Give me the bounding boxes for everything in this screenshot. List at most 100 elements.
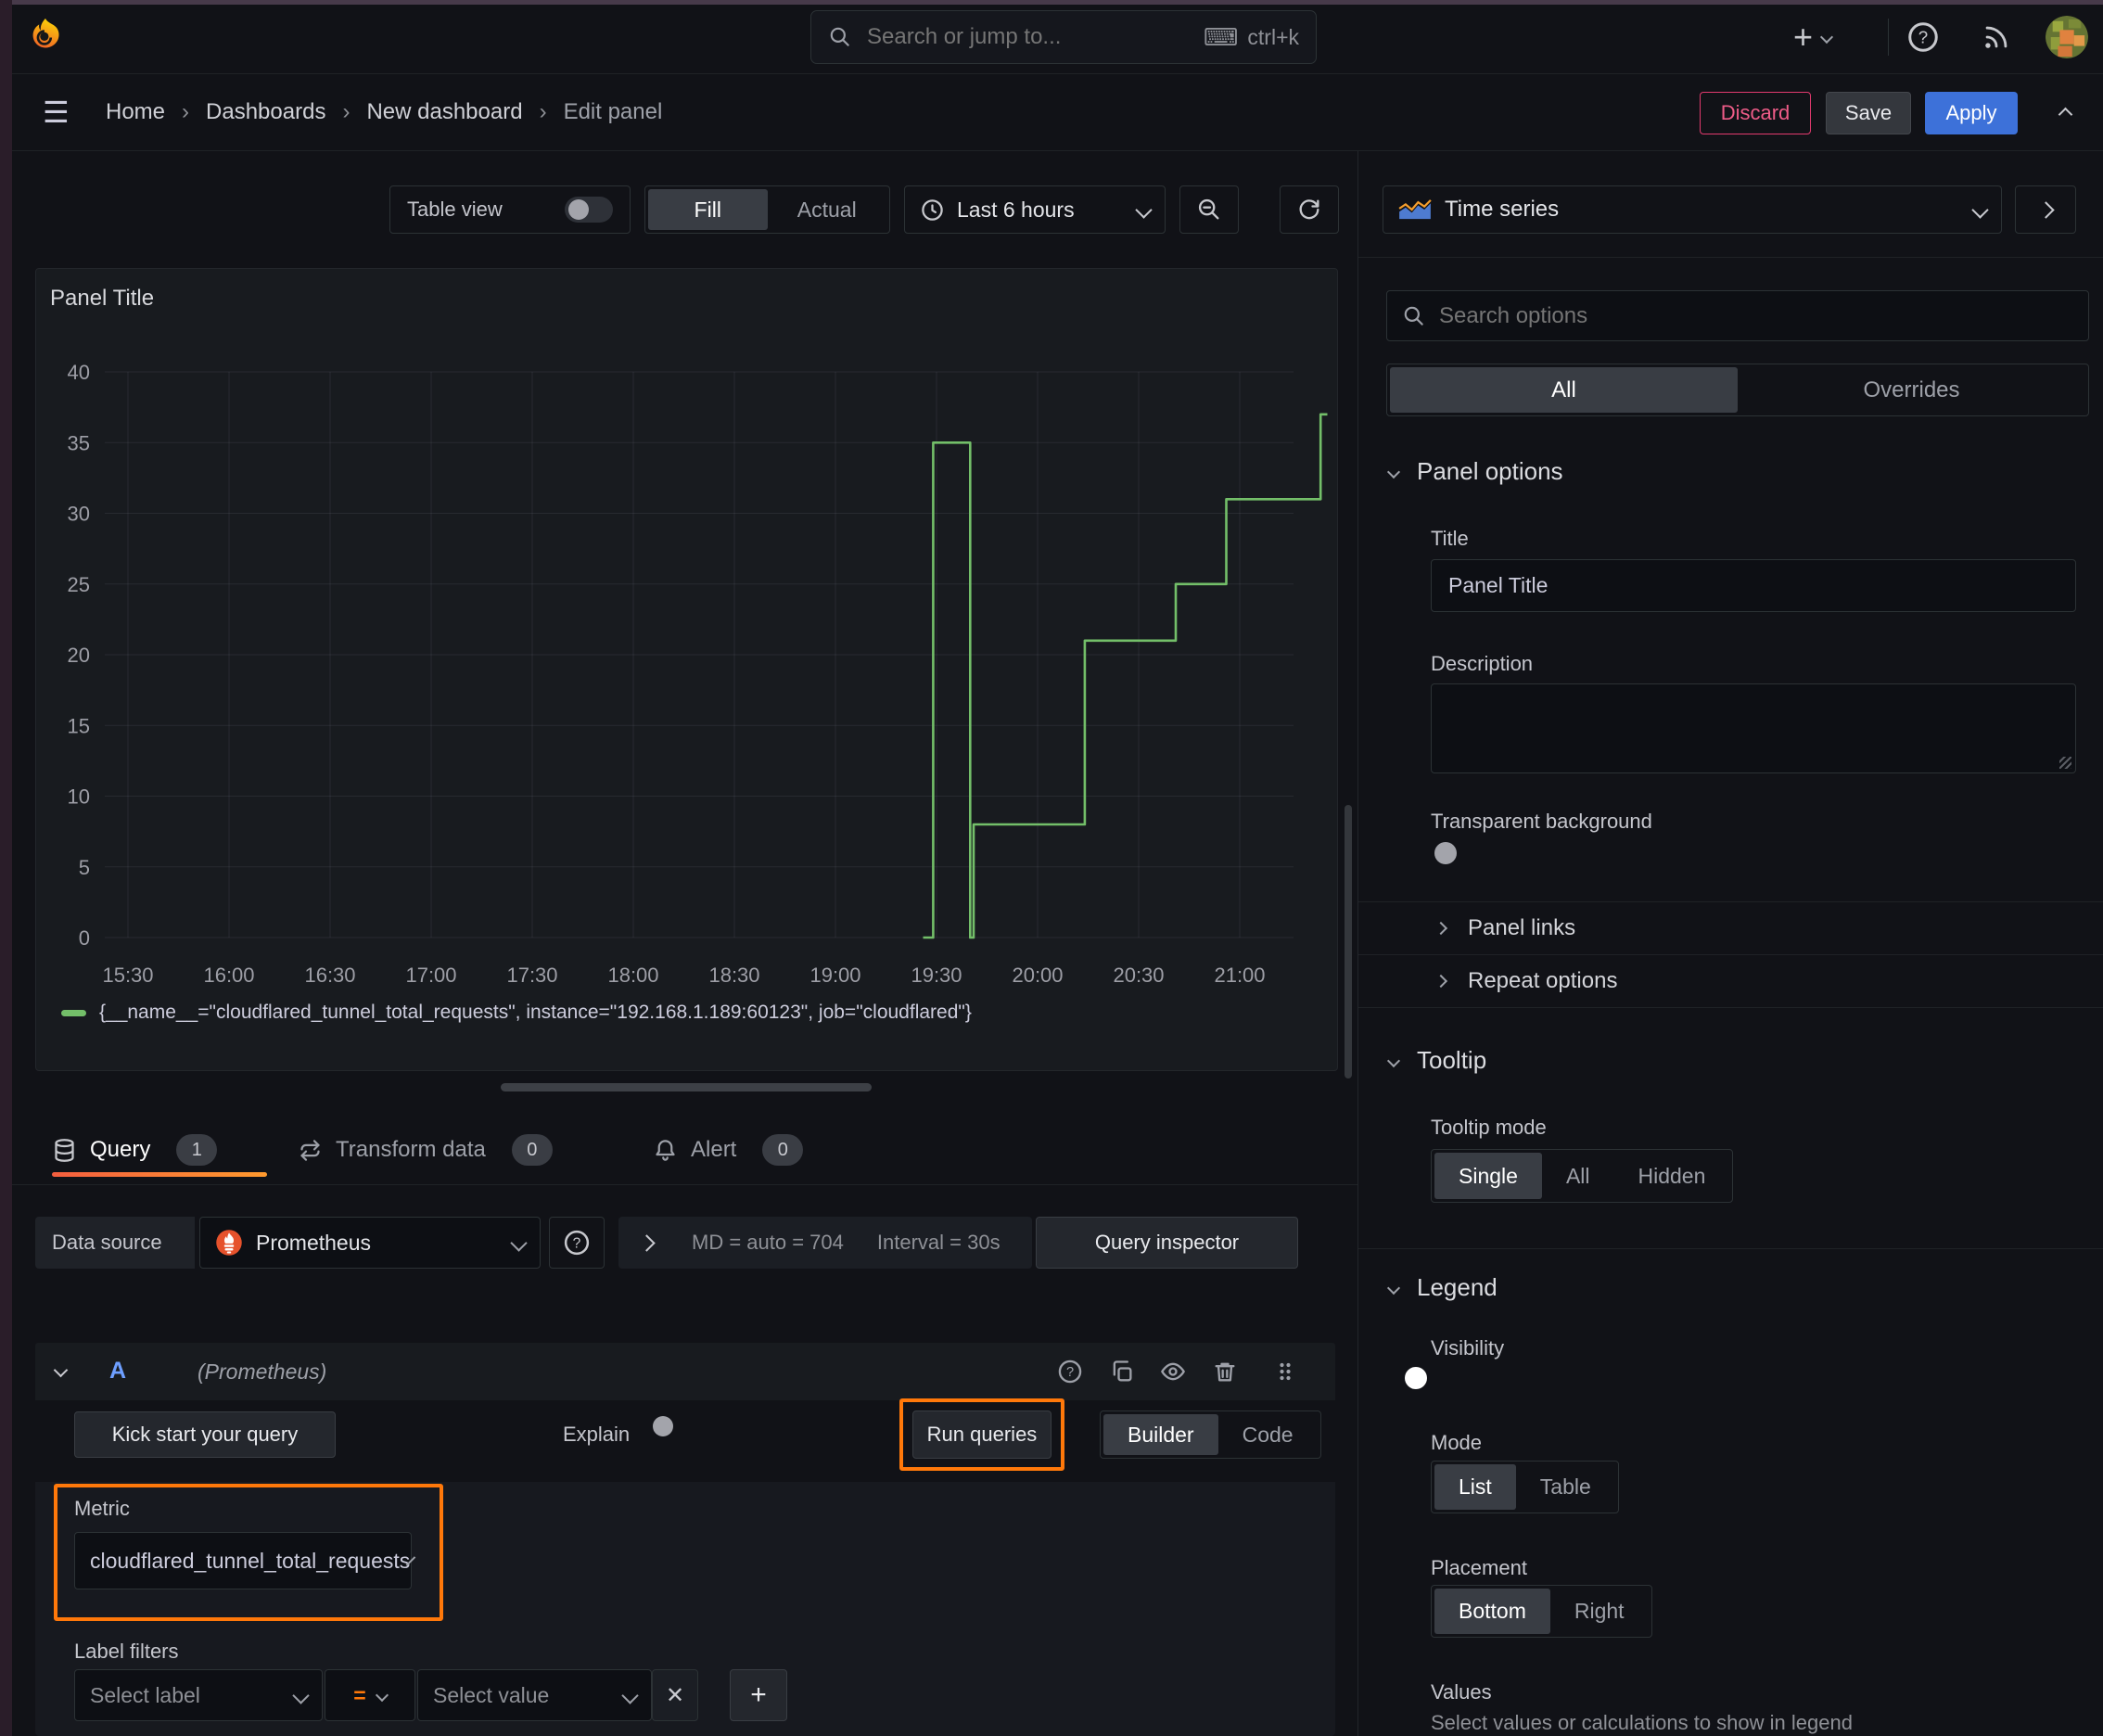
svg-text:30: 30 — [68, 503, 90, 526]
select-value-dropdown[interactable]: Select value — [417, 1669, 652, 1721]
svg-text:25: 25 — [68, 573, 90, 596]
options-search-input[interactable] — [1437, 301, 2073, 330]
resize-handle-icon[interactable] — [2059, 757, 2071, 769]
add-menu[interactable]: + — [1793, 20, 1834, 54]
panel-links-section[interactable]: Panel links — [1358, 902, 2103, 954]
breadcrumb-dashboards[interactable]: Dashboards — [206, 99, 325, 125]
query-help-icon[interactable]: ? — [1057, 1359, 1083, 1385]
grafana-logo-icon[interactable] — [24, 15, 67, 57]
run-queries-button[interactable]: Run queries — [912, 1410, 1052, 1459]
kick-start-button[interactable]: Kick start your query — [74, 1411, 336, 1458]
visualization-name: Time series — [1445, 197, 1560, 222]
tab-alert[interactable]: Alert 0 — [653, 1124, 804, 1176]
legend-placement-switch: Bottom Right — [1431, 1585, 1652, 1638]
legend-mode-table[interactable]: Table — [1516, 1464, 1615, 1510]
legend-mode-switch: List Table — [1431, 1461, 1619, 1513]
user-avatar[interactable] — [2046, 16, 2088, 58]
svg-text:20:30: 20:30 — [1113, 964, 1164, 987]
database-icon — [52, 1138, 77, 1163]
svg-text:40: 40 — [68, 361, 90, 384]
svg-text:19:30: 19:30 — [911, 964, 962, 987]
vertical-scrollbar[interactable] — [1345, 805, 1352, 1079]
breadcrumb-home[interactable]: Home — [106, 99, 165, 125]
builder-option[interactable]: Builder — [1103, 1414, 1218, 1455]
tab-transform-data[interactable]: Transform data 0 — [298, 1124, 553, 1176]
collapse-pane-icon[interactable] — [2058, 107, 2073, 122]
query-inspector-button[interactable]: Query inspector — [1036, 1217, 1298, 1269]
legend-mode-list[interactable]: List — [1434, 1464, 1516, 1510]
chevron-down-icon — [1386, 1281, 1401, 1295]
breadcrumb-sep-icon: › — [342, 99, 350, 124]
tooltip-mode-all[interactable]: All — [1542, 1153, 1614, 1199]
duplicate-query-icon[interactable] — [1109, 1359, 1135, 1385]
chart-legend[interactable]: {__name__="cloudflared_tunnel_total_requ… — [61, 1002, 972, 1024]
tooltip-mode-hidden[interactable]: Hidden — [1614, 1153, 1730, 1199]
chevron-right-icon — [1434, 974, 1448, 989]
placement-bottom[interactable]: Bottom — [1434, 1589, 1550, 1634]
tab-alert-label: Alert — [691, 1137, 737, 1162]
tooltip-header[interactable]: Tooltip — [1386, 1046, 1486, 1075]
news-rss-icon[interactable] — [1981, 21, 2012, 53]
fill-option[interactable]: Fill — [648, 189, 768, 230]
legend-header[interactable]: Legend — [1386, 1273, 1498, 1302]
remove-filter-button[interactable]: ✕ — [652, 1669, 698, 1721]
repeat-options-section[interactable]: Repeat options — [1358, 955, 2103, 1007]
expand-options-icon[interactable] — [638, 1233, 656, 1252]
query-ref-id[interactable]: A — [109, 1358, 126, 1385]
tab-query[interactable]: Query 1 — [52, 1124, 218, 1176]
svg-text:16:30: 16:30 — [304, 964, 355, 987]
horizontal-drag-handle[interactable] — [501, 1083, 872, 1091]
transparent-bg-label: Transparent background — [1431, 810, 1652, 833]
tab-query-label: Query — [90, 1137, 151, 1162]
drag-handle-icon[interactable] — [1272, 1359, 1298, 1385]
discard-button[interactable]: Discard — [1700, 92, 1811, 134]
operator-dropdown[interactable]: = — [325, 1669, 415, 1721]
breadcrumb-new-dashboard[interactable]: New dashboard — [366, 99, 522, 125]
select-label-dropdown[interactable]: Select label — [74, 1669, 323, 1721]
fill-label: Fill — [694, 197, 721, 222]
panel-description-input[interactable] — [1431, 683, 2076, 773]
search-input[interactable] — [865, 23, 1204, 51]
options-search-box[interactable] — [1386, 290, 2089, 341]
legend-mode-label: Mode — [1431, 1431, 1483, 1454]
tab-overrides[interactable]: Overrides — [1738, 367, 2085, 413]
visualization-picker[interactable]: Time series — [1383, 185, 2002, 234]
query-datasource-hint: (Prometheus) — [198, 1359, 327, 1384]
code-option[interactable]: Code — [1218, 1414, 1318, 1455]
panel-options-header[interactable]: Panel options — [1386, 457, 1563, 486]
tab-all[interactable]: All — [1390, 367, 1738, 413]
svg-text:16:00: 16:00 — [203, 964, 254, 987]
query-editor-body: Metric cloudflared_tunnel_total_requests… — [35, 1482, 1335, 1736]
explain-label: Explain — [563, 1423, 631, 1446]
save-button[interactable]: Save — [1826, 92, 1911, 134]
chevron-down-icon — [621, 1686, 639, 1704]
label-filters-label: Label filters — [74, 1640, 179, 1663]
global-search-box[interactable]: ⌨ ctrl+k — [810, 10, 1317, 64]
delete-query-trash-icon[interactable] — [1212, 1359, 1238, 1385]
apply-button[interactable]: Apply — [1925, 92, 2018, 134]
datasource-label: Data source — [52, 1231, 162, 1254]
datasource-help-button[interactable]: ? — [549, 1217, 605, 1269]
actual-option[interactable]: Actual — [768, 189, 887, 230]
zoom-out-button[interactable] — [1179, 185, 1239, 234]
metric-select[interactable]: cloudflared_tunnel_total_requests — [74, 1532, 416, 1589]
top-nav: ⌨ ctrl+k + ? — [0, 0, 2103, 74]
panel-title-input[interactable] — [1431, 559, 2076, 612]
table-view-toggle[interactable] — [565, 197, 613, 223]
refresh-button[interactable] — [1280, 185, 1339, 234]
help-icon[interactable]: ? — [1906, 20, 1940, 54]
time-range-picker[interactable]: Last 6 hours — [904, 185, 1166, 234]
collapse-query-icon[interactable] — [53, 1362, 69, 1378]
discard-label: Discard — [1720, 101, 1791, 124]
builder-label: Builder — [1128, 1422, 1194, 1447]
apply-label: Apply — [1945, 101, 1997, 124]
toggle-visibility-eye-icon[interactable] — [1160, 1359, 1186, 1385]
tooltip-mode-single[interactable]: Single — [1434, 1153, 1542, 1199]
hamburger-menu-icon[interactable]: ☰ — [43, 95, 70, 130]
toggle-viz-pane-button[interactable] — [2015, 185, 2076, 234]
datasource-picker[interactable]: Prometheus — [199, 1217, 541, 1269]
add-filter-button[interactable]: + — [730, 1669, 787, 1721]
placement-right[interactable]: Right — [1550, 1589, 1649, 1634]
options-sidebar: Time series All Overrides Panel options … — [1357, 151, 2103, 1736]
query-options-box[interactable]: MD = auto = 704 Interval = 30s — [618, 1217, 1032, 1269]
